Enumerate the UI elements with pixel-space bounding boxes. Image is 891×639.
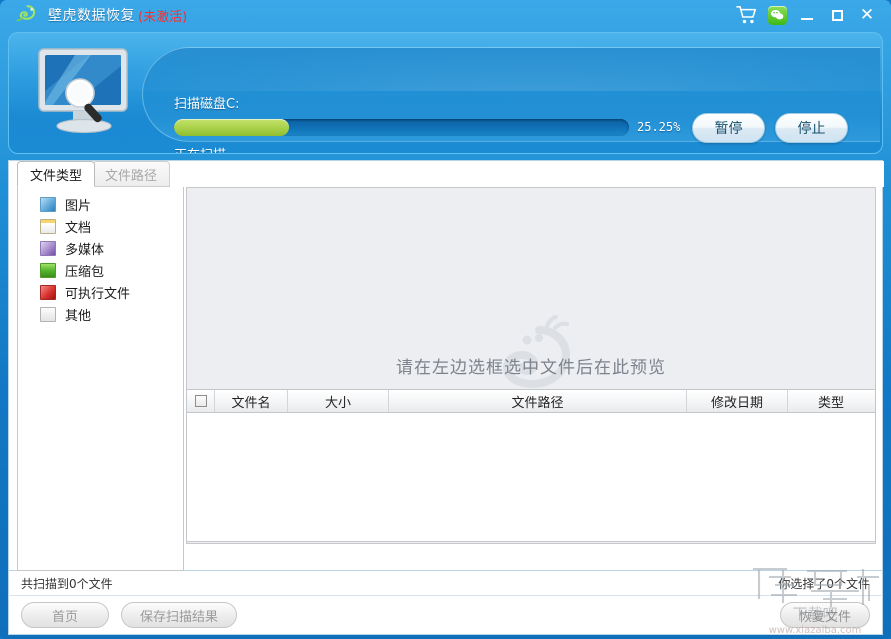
archive-icon xyxy=(40,262,56,278)
checkbox-icon xyxy=(194,395,207,407)
column-header-type[interactable]: 类型 xyxy=(788,390,874,412)
tree-item-archives[interactable]: 压缩包 xyxy=(18,259,183,281)
scan-disk-label: 扫描磁盘C: xyxy=(174,97,240,112)
column-header-name[interactable]: 文件名 xyxy=(215,390,288,412)
file-list-table: 文件名 大小 文件路径 修改日期 类型 xyxy=(186,389,876,544)
scan-progress-panel: 扫描磁盘C: 25.25% 正在扫描... 暂停 停止 xyxy=(8,32,883,154)
executable-icon xyxy=(40,284,56,300)
bottom-action-bar: 首页 保存扫描结果 恢复文件 xyxy=(8,595,883,635)
gecko-logo-icon xyxy=(12,3,40,27)
tree-item-multimedia[interactable]: 多媒体 xyxy=(18,237,183,259)
status-bar: 共扫描到0个文件 你选择了0个文件 xyxy=(8,571,883,595)
application-window: 壁虎数据恢复 (未激活) ✕ 扫描磁盘C: 25.25% 暂停 停止 文件类型 … xyxy=(0,0,891,639)
scanning-status-label: 正在扫描... xyxy=(174,144,238,153)
app-title: 壁虎数据恢复 xyxy=(48,8,135,24)
close-button[interactable]: ✕ xyxy=(853,2,881,28)
tree-item-label: 图片 xyxy=(65,198,92,214)
minimize-button[interactable] xyxy=(793,2,821,28)
wechat-icon[interactable] xyxy=(763,2,791,28)
scan-progress-bar xyxy=(174,119,629,136)
window-controls: ✕ xyxy=(733,0,891,30)
picture-icon xyxy=(40,196,56,212)
tree-item-pictures[interactable]: 图片 xyxy=(18,193,183,215)
stop-scan-button[interactable]: 停止 xyxy=(775,113,848,143)
close-icon: ✕ xyxy=(859,4,875,25)
tab-strip: 文件类型 文件路径 xyxy=(9,161,884,187)
column-header-path[interactable]: 文件路径 xyxy=(389,390,687,412)
tree-item-label: 文档 xyxy=(65,220,92,236)
maximize-button[interactable] xyxy=(823,2,851,28)
pause-scan-button[interactable]: 暂停 xyxy=(692,113,765,143)
home-button[interactable]: 首页 xyxy=(21,602,109,628)
table-body[interactable] xyxy=(186,413,876,542)
content-area: 文件类型 文件路径 图片 文档 多媒体 压缩包 可执行文件 其他 请在左边选框选… xyxy=(8,160,884,571)
scan-progress-percent: 25.25% xyxy=(637,120,681,134)
save-scan-results-button[interactable]: 保存扫描结果 xyxy=(121,602,238,628)
other-icon xyxy=(40,306,56,322)
recover-files-button[interactable]: 恢复文件 xyxy=(779,602,870,628)
tree-item-label: 多媒体 xyxy=(65,242,105,258)
monitor-magnifier-icon xyxy=(35,46,135,138)
tree-item-label: 其他 xyxy=(65,308,92,324)
multimedia-icon xyxy=(40,240,56,256)
shopping-cart-icon[interactable] xyxy=(733,2,761,28)
tree-item-executables[interactable]: 可执行文件 xyxy=(18,281,183,303)
preview-placeholder-text: 请在左边选框选中文件后在此预览 xyxy=(396,358,666,378)
tree-item-documents[interactable]: 文档 xyxy=(18,215,183,237)
title-bar: 壁虎数据恢复 (未激活) ✕ xyxy=(0,0,891,30)
select-all-checkbox[interactable] xyxy=(187,390,215,412)
file-type-tree-panel: 图片 文档 多媒体 压缩包 可执行文件 其他 xyxy=(17,187,184,571)
scanned-count-label: 共扫描到0个文件 xyxy=(21,576,113,591)
activation-status: (未激活) xyxy=(138,9,188,25)
tab-file-path[interactable]: 文件路径 xyxy=(92,161,171,187)
table-header-row: 文件名 大小 文件路径 修改日期 类型 xyxy=(186,389,876,413)
tab-file-type[interactable]: 文件类型 xyxy=(17,161,96,187)
selected-count-label: 你选择了0个文件 xyxy=(778,576,870,591)
tree-item-other[interactable]: 其他 xyxy=(18,303,183,325)
tree-item-label: 可执行文件 xyxy=(65,286,131,302)
document-icon xyxy=(40,218,56,234)
tree-item-label: 压缩包 xyxy=(65,264,105,280)
column-header-date[interactable]: 修改日期 xyxy=(687,390,788,412)
column-header-size[interactable]: 大小 xyxy=(288,390,389,412)
scan-progress-fill xyxy=(174,119,289,136)
